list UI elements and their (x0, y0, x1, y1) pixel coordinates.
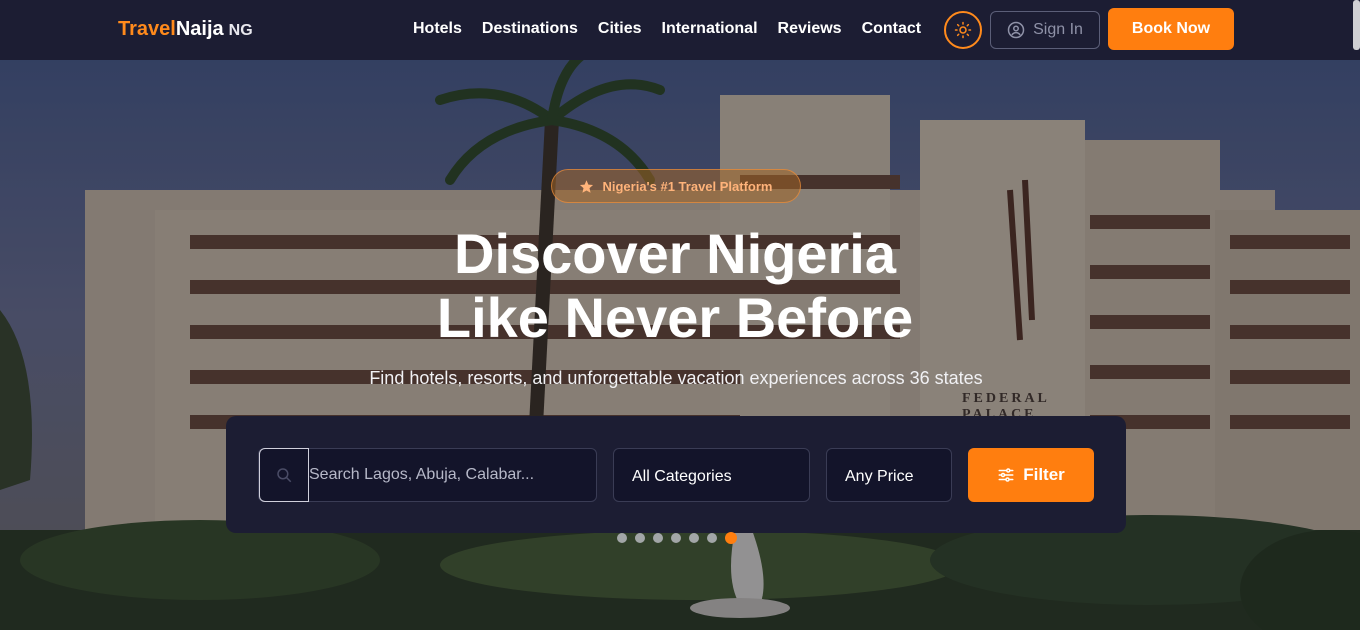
carousel-dot[interactable] (707, 533, 717, 543)
sign-in-label: Sign In (1033, 21, 1083, 38)
nav-link-international[interactable]: International (662, 20, 758, 38)
price-select-value: Any Price (845, 468, 914, 485)
hero-title-line1: Discover Nigeria (454, 222, 896, 285)
search-field[interactable] (258, 448, 597, 502)
brand-suffix: NG (228, 22, 253, 39)
sun-icon (954, 21, 972, 39)
star-icon (580, 179, 594, 193)
page-scrollbar[interactable] (1353, 0, 1360, 50)
carousel-dot[interactable] (635, 533, 645, 543)
category-select-value: All Categories (632, 468, 732, 485)
carousel-dots (617, 532, 737, 544)
brand-name-part1: Travel (118, 18, 176, 40)
nav-link-destinations[interactable]: Destinations (482, 20, 578, 38)
carousel-dot[interactable] (617, 533, 627, 543)
sign-in-button[interactable]: Sign In (990, 11, 1100, 49)
carousel-dot[interactable] (689, 533, 699, 543)
hero-subtitle: Find hotels, resorts, and unforgettable … (369, 368, 983, 388)
hero-badge-label: Nigeria's #1 Travel Platform (602, 178, 773, 194)
hero-title-line2: Like Never Before (436, 286, 914, 349)
category-select[interactable]: All Categories (613, 448, 810, 502)
brand-logo[interactable]: Travel Naija NG (118, 18, 253, 41)
hero-title: Discover Nigeria Like Never Before (0, 222, 1350, 350)
navbar: Travel Naija NG Hotels Destinations Citi… (0, 0, 1360, 60)
brand-name-part2: Naija (175, 18, 224, 40)
filter-button-label: Filter (1023, 465, 1065, 484)
hero-badge: Nigeria's #1 Travel Platform (551, 169, 801, 203)
main-nav: Hotels Destinations Cities International… (413, 20, 921, 38)
nav-link-contact[interactable]: Contact (862, 20, 922, 38)
search-input[interactable] (309, 466, 589, 484)
carousel-dot[interactable] (671, 533, 681, 543)
carousel-dot-active[interactable] (725, 532, 737, 544)
sliders-icon (998, 468, 1014, 482)
user-icon (1007, 21, 1025, 39)
search-icon (277, 468, 292, 483)
nav-link-reviews[interactable]: Reviews (778, 20, 842, 38)
theme-toggle-button[interactable] (944, 11, 982, 49)
carousel-dot[interactable] (653, 533, 663, 543)
nav-link-hotels[interactable]: Hotels (413, 20, 462, 38)
nav-link-cities[interactable]: Cities (598, 20, 642, 38)
hero-section: FEDERAL PALACE Nigeria's #1 Travel Platf… (0, 60, 1360, 630)
book-now-button[interactable]: Book Now (1108, 8, 1234, 50)
search-panel: All Categories Any Price Filter (226, 416, 1126, 533)
price-select[interactable]: Any Price (826, 448, 952, 502)
search-icon-box (259, 448, 309, 502)
filter-button[interactable]: Filter (968, 448, 1094, 502)
